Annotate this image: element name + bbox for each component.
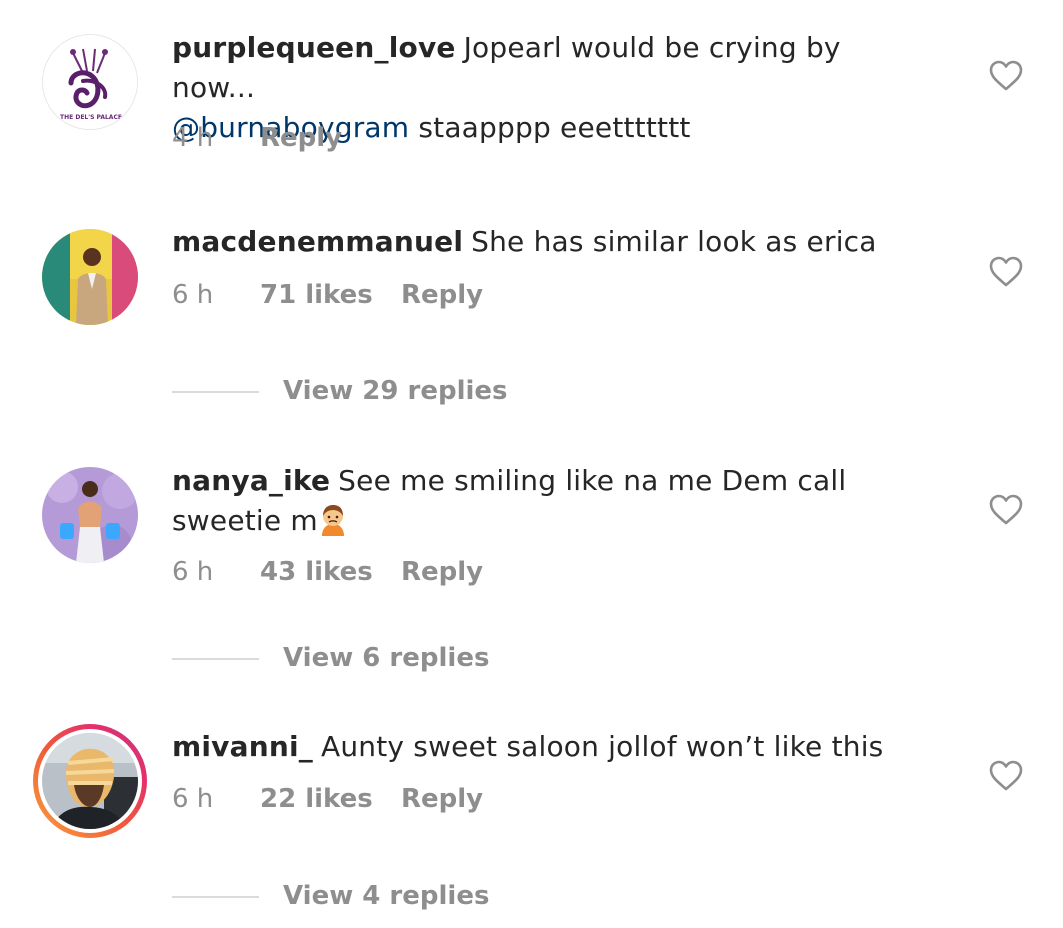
replies-divider [172,390,259,393]
replies-divider [172,895,259,898]
comment-text: mivanni_ Aunty sweet saloon jollof won’t … [172,727,932,767]
avatar[interactable]: THE DEL'S PALACE [42,34,138,130]
view-replies-label[interactable]: View 6 replies [283,643,489,673]
comment-username[interactable]: purplequeen_love [172,31,456,64]
heart-outline-icon[interactable] [988,256,1024,288]
comment-body: Aunty sweet saloon jollof won’t like thi… [321,730,884,763]
comment-username[interactable]: nanya_ike [172,464,330,497]
heart-outline-icon[interactable] [988,494,1024,526]
replies-divider [172,657,259,660]
comment-time: 6 h [172,784,214,814]
story-ring-avatar[interactable] [33,724,147,838]
comment-time: 6 h [172,280,214,310]
comment-meta: 6 h 43 likes Reply [172,555,483,589]
comment-username[interactable]: mivanni_ [172,730,313,763]
comment-meta: 6 h 22 likes Reply [172,782,483,816]
avatar[interactable] [42,467,138,563]
comment-body-continued: staapppp eeettttttt [418,111,691,144]
reply-button[interactable]: Reply [260,121,342,155]
avatar-photo [42,229,138,325]
person-pouting-emoji-icon [318,504,348,536]
comment-meta: 4 h Reply [172,121,342,155]
logo-avatar-image: THE DEL'S PALACE [43,35,137,129]
view-replies-label[interactable]: View 29 replies [283,376,508,406]
view-replies-button[interactable]: View 29 replies [172,374,508,408]
comment-likes[interactable]: 22 likes [260,782,401,816]
reply-button[interactable]: Reply [401,278,483,312]
logo-text: THE DEL'S PALACE [60,114,122,121]
comment-body: She has similar look as erica [471,225,877,258]
comment-text: macdenemmanuel She has similar look as er… [172,222,932,262]
view-replies-button[interactable]: View 4 replies [172,879,489,913]
comment-time: 6 h [172,557,214,587]
comment-likes[interactable]: 43 likes [260,555,401,589]
reply-button[interactable]: Reply [401,782,483,816]
view-replies-button[interactable]: View 6 replies [172,641,489,675]
comment-meta: 6 h 71 likes Reply [172,278,483,312]
heart-outline-icon[interactable] [988,60,1024,92]
heart-outline-icon[interactable] [988,760,1024,792]
avatar [42,733,138,829]
comment-username[interactable]: macdenemmanuel [172,225,463,258]
avatar[interactable] [42,229,138,325]
comment-time: 4 h [172,123,214,153]
avatar-photo [42,467,138,563]
view-replies-label[interactable]: View 4 replies [283,881,489,911]
avatar-photo [42,733,138,829]
reply-button[interactable]: Reply [401,555,483,589]
comment-text: nanya_ike See me smiling like na me Dem c… [172,461,932,541]
comment-likes[interactable]: 71 likes [260,278,401,312]
